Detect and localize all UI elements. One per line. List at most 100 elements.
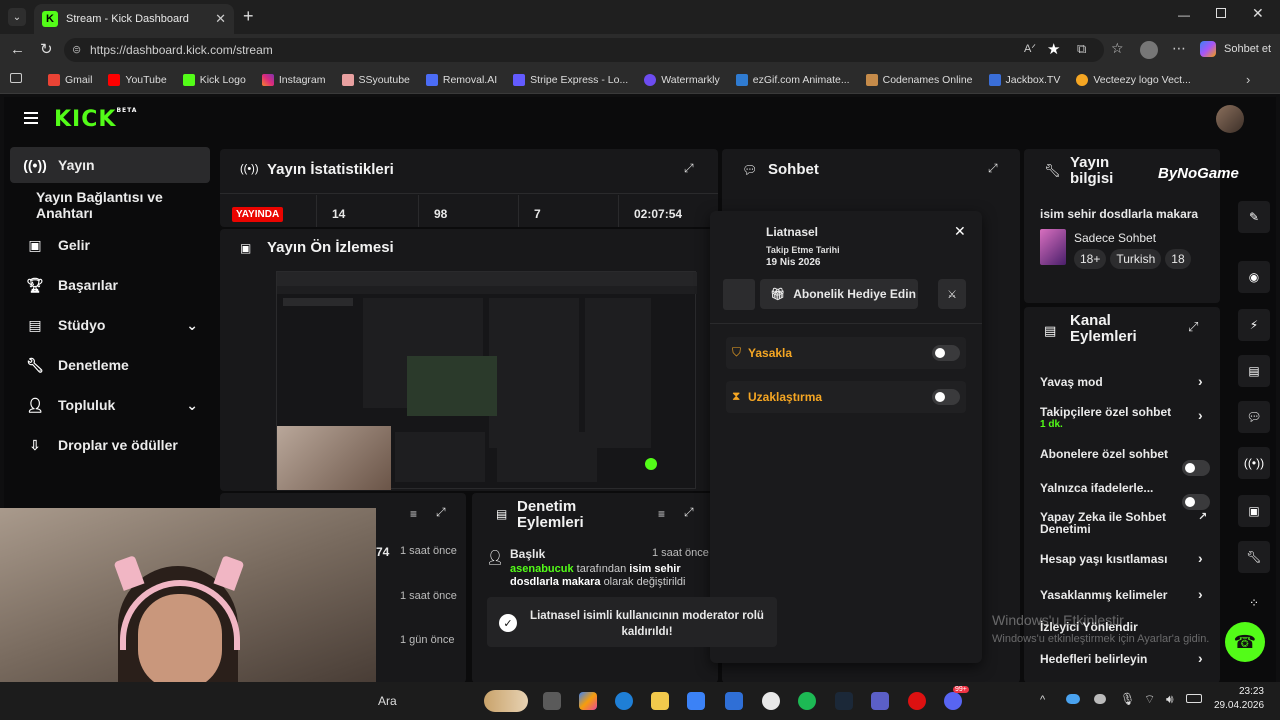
bookmark-kick-logo[interactable]: Kick Logo — [182, 73, 246, 86]
url-field[interactable]: ⊜ https://dashboard.kick.com/stream — [64, 38, 1104, 62]
clock-date[interactable]: 29.04.2026 — [1214, 700, 1264, 711]
timeout-row[interactable]: ⧗ Uzaklaştırma — [726, 381, 966, 413]
expand-icon[interactable]: ⤢ — [1188, 319, 1198, 335]
expand-icon[interactable]: ⤢ — [436, 505, 446, 520]
kick-logo[interactable]: KICKBETA — [54, 107, 137, 132]
minimize-icon[interactable]: — — [1178, 8, 1190, 22]
onedrive-icon[interactable] — [1066, 694, 1080, 704]
emote-only-toggle[interactable] — [1182, 494, 1210, 510]
bookmark-vecteezy[interactable]: Vecteezy logo Vect... — [1076, 73, 1191, 86]
profile-avatar-icon[interactable] — [1140, 41, 1158, 59]
bookmark-youtube[interactable]: YouTube — [108, 73, 167, 86]
close-icon[interactable]: ✕ — [954, 223, 966, 240]
cloud-icon[interactable] — [1094, 694, 1106, 704]
user-avatar[interactable] — [1216, 105, 1244, 133]
discord-icon[interactable] — [944, 692, 962, 710]
maximize-icon[interactable] — [1216, 8, 1226, 18]
back-icon[interactable]: ← — [10, 41, 25, 58]
window-close-icon[interactable]: ✕ — [1252, 5, 1264, 22]
store-icon[interactable] — [687, 692, 705, 710]
camera-icon[interactable]: ◉ — [1238, 261, 1270, 293]
bookmark-codenames[interactable]: Codenames Online — [865, 73, 973, 86]
ban-row[interactable]: ⛉ Yasakla — [726, 337, 966, 369]
channel-action-subs-only[interactable]: Abonelere özel sohbet — [1040, 447, 1216, 477]
bookmarks-overflow-icon[interactable]: › — [1246, 72, 1250, 87]
stream-preview-video[interactable] — [276, 271, 697, 490]
edit-pencil-icon[interactable]: ✎ — [1238, 201, 1270, 233]
channel-action-account-age[interactable]: Hesap yaşı kısıtlaması › — [1040, 550, 1216, 566]
notes-icon[interactable]: ▤ — [1238, 355, 1270, 387]
ban-toggle[interactable] — [932, 345, 960, 361]
favorite-star-icon[interactable]: ★ — [1047, 40, 1060, 58]
sidebar-item-denetleme[interactable]: 🔧︎ Denetleme — [10, 347, 210, 383]
copilot-label[interactable]: Sohbet et — [1224, 43, 1271, 55]
hamburger-menu-icon[interactable] — [24, 112, 38, 124]
expand-icon[interactable]: ⤢ — [684, 161, 694, 176]
mail-icon[interactable] — [725, 692, 743, 710]
site-info-icon[interactable]: ⊜ — [72, 43, 81, 56]
volume-icon[interactable]: 🔊︎ — [1166, 692, 1174, 707]
new-tab-button[interactable]: + — [243, 6, 254, 27]
extensions-icon[interactable]: ⧉ — [1077, 41, 1086, 57]
wrench-icon[interactable]: 🔧︎ — [1238, 541, 1270, 573]
tab-list-chevron-icon[interactable]: ⌄ — [8, 8, 26, 26]
clock-time[interactable]: 23:23 — [1214, 686, 1264, 697]
opera-icon[interactable] — [908, 692, 926, 710]
tray-chevron-icon[interactable]: ^ — [1040, 694, 1045, 706]
channel-action-slow-mode[interactable]: Yavaş mod › — [1040, 373, 1216, 389]
edge-icon[interactable] — [615, 692, 633, 710]
bookmark-removal-ai[interactable]: Removal.AI — [425, 73, 497, 86]
collections-icon[interactable]: ☆ — [1111, 40, 1124, 57]
copilot-taskbar-icon[interactable] — [579, 692, 597, 710]
bookmark-instagram[interactable]: Instagram — [261, 73, 326, 86]
chat-icon[interactable]: 💬︎ — [1238, 401, 1270, 433]
wifi-icon[interactable]: ⌔ — [1144, 692, 1155, 707]
steam-icon[interactable] — [835, 692, 853, 710]
remove-mod-icon[interactable]: ⚔ — [938, 279, 966, 309]
tab-actions-icon[interactable] — [10, 73, 22, 83]
sidebar-item-stream-key[interactable]: Yayın Bağlantısı ve Anahtarı — [10, 187, 210, 223]
file-explorer-icon[interactable] — [651, 692, 669, 710]
bookmark-gmail[interactable]: Gmail — [48, 73, 92, 86]
reload-icon[interactable]: ↻ — [40, 40, 53, 58]
sidebar-item-studyo[interactable]: ▤ Stüdyo ⌄ — [10, 307, 210, 343]
channel-action-followers-only[interactable]: Takipçilere özel sohbet 1 dk. › — [1040, 405, 1216, 430]
subs-only-toggle[interactable] — [1182, 460, 1210, 476]
channel-action-goals[interactable]: Hedefleri belirleyin › — [1040, 650, 1216, 666]
support-headset-icon[interactable]: ☎ — [1225, 622, 1265, 662]
read-aloud-icon[interactable]: Aᐟ — [1024, 42, 1036, 55]
bookmark-watermarkly[interactable]: Watermarkly — [644, 73, 720, 86]
copilot-icon[interactable] — [1200, 41, 1216, 57]
more-menu-icon[interactable]: ⋯ — [1172, 40, 1186, 57]
browser-tab[interactable]: K Stream - Kick Dashboard ✕ — [34, 4, 234, 34]
microphone-icon[interactable]: 🎙︎ — [1120, 692, 1135, 706]
channel-action-emote-only[interactable]: Yalnızca ifadelerle... — [1040, 481, 1216, 511]
timeout-toggle[interactable] — [932, 389, 960, 405]
expand-icon[interactable]: ⤢ — [988, 161, 998, 176]
channel-action-ai-moderation[interactable]: Yapay Zeka ile Sohbet Denetimi ↗ — [1040, 511, 1207, 535]
sidebar-item-gelir[interactable]: ▣ Gelir — [10, 227, 210, 263]
chrome-icon[interactable] — [762, 692, 780, 710]
expand-icon[interactable]: ⤢ — [684, 505, 694, 520]
lightning-icon[interactable]: ⚡︎ — [1238, 309, 1270, 341]
task-view-icon[interactable] — [543, 692, 561, 710]
spotify-icon[interactable] — [798, 692, 816, 710]
bookmark-stripe[interactable]: Stripe Express - Lo... — [513, 73, 628, 86]
gift-subscription-button[interactable]: 🎁︎ Abonelik Hediye Edin — [760, 279, 918, 309]
filter-icon[interactable]: ≡ — [410, 507, 417, 521]
bookmark-ezgif[interactable]: ezGif.com Animate... — [735, 73, 850, 86]
sidebar-item-yayin[interactable]: ((•)) Yayın — [10, 147, 210, 183]
sidebar-item-droplar[interactable]: ⇩ Droplar ve ödüller — [10, 427, 210, 463]
close-tab-icon[interactable]: ✕ — [215, 11, 226, 27]
bookmark-jackbox[interactable]: Jackbox.TV — [988, 73, 1060, 86]
bookmark-ssyoutube[interactable]: SSyoutube — [341, 73, 410, 86]
broadcast-icon[interactable]: ((•)) — [1238, 447, 1270, 479]
sidebar-item-basarilar[interactable]: 🏆︎ Başarılar — [10, 267, 210, 303]
teams-icon[interactable] — [871, 692, 889, 710]
filter-icon[interactable]: ≡ — [658, 507, 665, 521]
apps-icon[interactable]: ⁘ — [1238, 587, 1270, 619]
battery-icon[interactable] — [1186, 694, 1202, 703]
channel-action-banned-words[interactable]: Yasaklanmış kelimeler › — [1040, 586, 1216, 602]
layout-icon[interactable]: ▣ — [1238, 495, 1270, 527]
sidebar-item-topluluk[interactable]: 👤︎ Topluluk ⌄ — [10, 387, 210, 423]
